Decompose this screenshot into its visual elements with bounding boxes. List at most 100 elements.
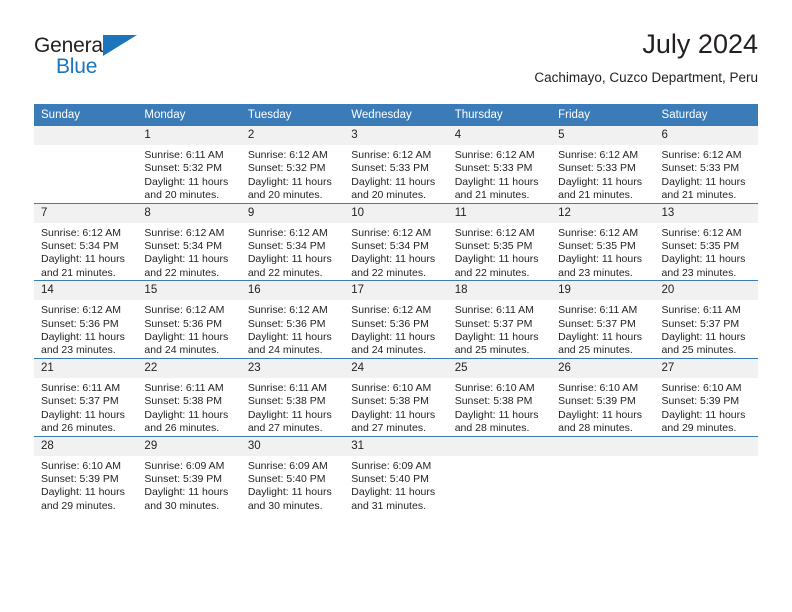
sunrise-text: Sunrise: 6:12 AM xyxy=(247,226,328,239)
daylight-text-line2: and 20 minutes. xyxy=(144,189,220,202)
sunrise-text: Sunrise: 6:12 AM xyxy=(454,226,535,239)
calendar-day-cell[interactable]: 29 Sunrise: 6:09 AM Sunset: 5:39 PM Dayligh… xyxy=(137,435,241,514)
calendar-week-row: 14 Sunrise: 6:12 AM Sunset: 5:36 PM Dayligh… xyxy=(34,280,758,359)
general-blue-logo[interactable]: General Blue xyxy=(34,34,164,92)
daylight-text-line2: and 25 minutes. xyxy=(661,344,737,357)
sunset-text: Sunset: 5:38 PM xyxy=(247,395,326,408)
calendar-day-cell[interactable]: 11 Sunrise: 6:12 AM Sunset: 5:35 PM Dayligh… xyxy=(447,202,552,281)
daylight-text-line2: and 27 minutes. xyxy=(247,422,323,435)
calendar-day-cell[interactable]: 20 Sunrise: 6:11 AM Sunset: 5:37 PM Dayligh… xyxy=(654,280,758,359)
calendar-day-cell[interactable]: 6 Sunrise: 6:12 AM Sunset: 5:33 PM Daylight… xyxy=(654,126,758,204)
calendar-day-cell[interactable]: 4 Sunrise: 6:12 AM Sunset: 5:33 PM Daylight… xyxy=(447,126,552,204)
calendar-day-cell[interactable]: 13 Sunrise: 6:12 AM Sunset: 5:35 PM Dayligh… xyxy=(654,202,758,281)
day-number: 7 xyxy=(34,203,138,223)
daylight-text-line1: Daylight: 11 hours xyxy=(144,331,229,344)
daylight-text-line2: and 20 minutes. xyxy=(351,189,426,202)
daylight-text-line1: Daylight: 11 hours xyxy=(454,175,539,188)
daylight-text-line1: Daylight: 11 hours xyxy=(558,175,642,188)
calendar-day-cell-empty xyxy=(34,126,138,204)
daylight-text-line1: Daylight: 11 hours xyxy=(351,175,436,188)
day-number: 6 xyxy=(654,126,758,145)
day-number: 2 xyxy=(240,126,345,145)
sunrise-text: Sunrise: 6:12 AM xyxy=(351,226,432,239)
day-details: Sunrise: 6:11 AM Sunset: 5:38 PM Daylight:… xyxy=(241,378,344,436)
sunset-text: Sunset: 5:38 PM xyxy=(351,395,429,408)
calendar-day-cell[interactable]: 22 Sunrise: 6:11 AM Sunset: 5:38 PM Dayligh… xyxy=(137,357,241,436)
sunset-text: Sunset: 5:32 PM xyxy=(144,162,223,175)
sunset-text: Sunset: 5:36 PM xyxy=(351,317,429,330)
sunrise-text: Sunrise: 6:12 AM xyxy=(351,304,432,317)
daylight-text-line2: and 25 minutes. xyxy=(454,344,530,357)
calendar-day-cell[interactable]: 25 Sunrise: 6:10 AM Sunset: 5:38 PM Dayligh… xyxy=(447,357,552,436)
calendar-day-cell[interactable]: 7 Sunrise: 6:12 AM Sunset: 5:34 PM Daylight… xyxy=(34,202,138,281)
calendar-day-cell[interactable]: 8 Sunrise: 6:12 AM Sunset: 5:34 PM Daylight… xyxy=(137,202,241,281)
calendar-day-cell[interactable]: 31 Sunrise: 6:09 AM Sunset: 5:40 PM Dayligh… xyxy=(344,435,448,514)
calendar-day-cell[interactable]: 2 Sunrise: 6:12 AM Sunset: 5:32 PM Daylight… xyxy=(240,126,345,204)
day-details: Sunrise: 6:11 AM Sunset: 5:37 PM Daylight:… xyxy=(448,300,551,358)
daylight-text-line2: and 21 minutes. xyxy=(661,189,737,202)
daylight-text-line1: Daylight: 11 hours xyxy=(247,486,332,499)
sunrise-text: Sunrise: 6:12 AM xyxy=(661,149,742,161)
calendar-day-cell[interactable]: 19 Sunrise: 6:11 AM Sunset: 5:37 PM Dayligh… xyxy=(551,280,655,359)
calendar-day-cell[interactable]: 9 Sunrise: 6:12 AM Sunset: 5:34 PM Daylight… xyxy=(240,202,345,281)
day-number xyxy=(34,126,138,145)
daylight-text-line1: Daylight: 11 hours xyxy=(41,408,125,421)
title-block: July 2024 Cachimayo, Cuzco Department, P… xyxy=(534,28,758,87)
daylight-text-line1: Daylight: 11 hours xyxy=(558,408,642,421)
day-number: 27 xyxy=(654,358,758,378)
sunset-text: Sunset: 5:36 PM xyxy=(144,317,223,330)
weekday-header-sunday: Sunday xyxy=(34,104,138,126)
daylight-text-line2: and 22 minutes. xyxy=(144,266,220,279)
sunset-text: Sunset: 5:35 PM xyxy=(558,240,636,253)
day-details: Sunrise: 6:12 AM Sunset: 5:36 PM Daylight:… xyxy=(344,300,447,358)
day-details: Sunrise: 6:12 AM Sunset: 5:34 PM Daylight:… xyxy=(34,223,137,281)
calendar-day-cell[interactable]: 17 Sunrise: 6:12 AM Sunset: 5:36 PM Dayligh… xyxy=(344,280,448,359)
calendar-day-cell[interactable]: 10 Sunrise: 6:12 AM Sunset: 5:34 PM Dayligh… xyxy=(344,202,448,281)
daylight-text-line2: and 23 minutes. xyxy=(558,266,633,279)
daylight-text-line2: and 22 minutes. xyxy=(454,266,530,279)
day-number: 14 xyxy=(34,281,138,301)
calendar-day-cell[interactable]: 30 Sunrise: 6:09 AM Sunset: 5:40 PM Dayligh… xyxy=(240,435,345,514)
calendar-day-cell[interactable]: 3 Sunrise: 6:12 AM Sunset: 5:33 PM Daylight… xyxy=(344,126,448,204)
daylight-text-line2: and 30 minutes. xyxy=(144,499,220,512)
daylight-text-line2: and 26 minutes. xyxy=(41,422,116,435)
calendar-day-cell[interactable]: 23 Sunrise: 6:11 AM Sunset: 5:38 PM Dayligh… xyxy=(240,357,345,436)
logo-text-blue: Blue xyxy=(56,55,98,78)
daylight-text-line1: Daylight: 11 hours xyxy=(247,331,332,344)
calendar-day-cell[interactable]: 21 Sunrise: 6:11 AM Sunset: 5:37 PM Dayligh… xyxy=(34,357,138,436)
sunrise-text: Sunrise: 6:12 AM xyxy=(351,149,432,161)
day-details: Sunrise: 6:12 AM Sunset: 5:35 PM Daylight:… xyxy=(448,223,551,281)
calendar-day-cell[interactable]: 14 Sunrise: 6:12 AM Sunset: 5:36 PM Dayligh… xyxy=(34,280,138,359)
sunset-text: Sunset: 5:36 PM xyxy=(247,317,326,330)
calendar-day-cell[interactable]: 16 Sunrise: 6:12 AM Sunset: 5:36 PM Dayligh… xyxy=(240,280,345,359)
day-details: Sunrise: 6:12 AM Sunset: 5:35 PM Daylight:… xyxy=(655,223,758,281)
calendar-day-cell[interactable]: 1 Sunrise: 6:11 AM Sunset: 5:32 PM Daylight… xyxy=(137,126,241,204)
calendar-day-cell[interactable]: 18 Sunrise: 6:11 AM Sunset: 5:37 PM Dayligh… xyxy=(447,280,552,359)
sunrise-text: Sunrise: 6:11 AM xyxy=(144,149,224,161)
day-details: Sunrise: 6:12 AM Sunset: 5:36 PM Daylight:… xyxy=(34,300,137,358)
calendar-day-cell[interactable]: 24 Sunrise: 6:10 AM Sunset: 5:38 PM Dayligh… xyxy=(344,357,448,436)
day-number: 8 xyxy=(137,203,241,223)
daylight-text-line2: and 21 minutes. xyxy=(558,189,633,202)
calendar-day-cell[interactable]: 27 Sunrise: 6:10 AM Sunset: 5:39 PM Dayligh… xyxy=(654,357,758,436)
day-details: Sunrise: 6:12 AM Sunset: 5:33 PM Daylight:… xyxy=(448,145,551,203)
daylight-text-line1: Daylight: 11 hours xyxy=(41,253,125,266)
calendar-day-cell[interactable]: 5 Sunrise: 6:12 AM Sunset: 5:33 PM Daylight… xyxy=(551,126,655,204)
day-number: 4 xyxy=(447,126,552,145)
calendar-week-row: 1 Sunrise: 6:11 AM Sunset: 5:32 PM Daylight… xyxy=(34,126,758,204)
sunset-text: Sunset: 5:37 PM xyxy=(661,317,740,330)
day-details: Sunrise: 6:12 AM Sunset: 5:35 PM Daylight:… xyxy=(551,223,654,281)
day-details: Sunrise: 6:09 AM Sunset: 5:39 PM Daylight:… xyxy=(137,456,240,514)
calendar-day-cell[interactable]: 28 Sunrise: 6:10 AM Sunset: 5:39 PM Dayligh… xyxy=(34,435,138,514)
day-details: Sunrise: 6:10 AM Sunset: 5:38 PM Daylight:… xyxy=(344,378,447,436)
sunrise-text: Sunrise: 6:10 AM xyxy=(351,381,432,394)
calendar-day-cell[interactable]: 12 Sunrise: 6:12 AM Sunset: 5:35 PM Dayligh… xyxy=(551,202,655,281)
daylight-text-line2: and 30 minutes. xyxy=(247,499,323,512)
calendar-day-cell[interactable]: 15 Sunrise: 6:12 AM Sunset: 5:36 PM Dayligh… xyxy=(137,280,241,359)
sunset-text: Sunset: 5:36 PM xyxy=(41,317,119,330)
day-details: Sunrise: 6:11 AM Sunset: 5:37 PM Daylight:… xyxy=(655,300,758,358)
day-details: Sunrise: 6:11 AM Sunset: 5:38 PM Daylight:… xyxy=(137,378,240,436)
daylight-text-line2: and 23 minutes. xyxy=(661,266,737,279)
sunrise-text: Sunrise: 6:11 AM xyxy=(247,381,328,394)
calendar-day-cell[interactable]: 26 Sunrise: 6:10 AM Sunset: 5:39 PM Dayligh… xyxy=(551,357,655,436)
